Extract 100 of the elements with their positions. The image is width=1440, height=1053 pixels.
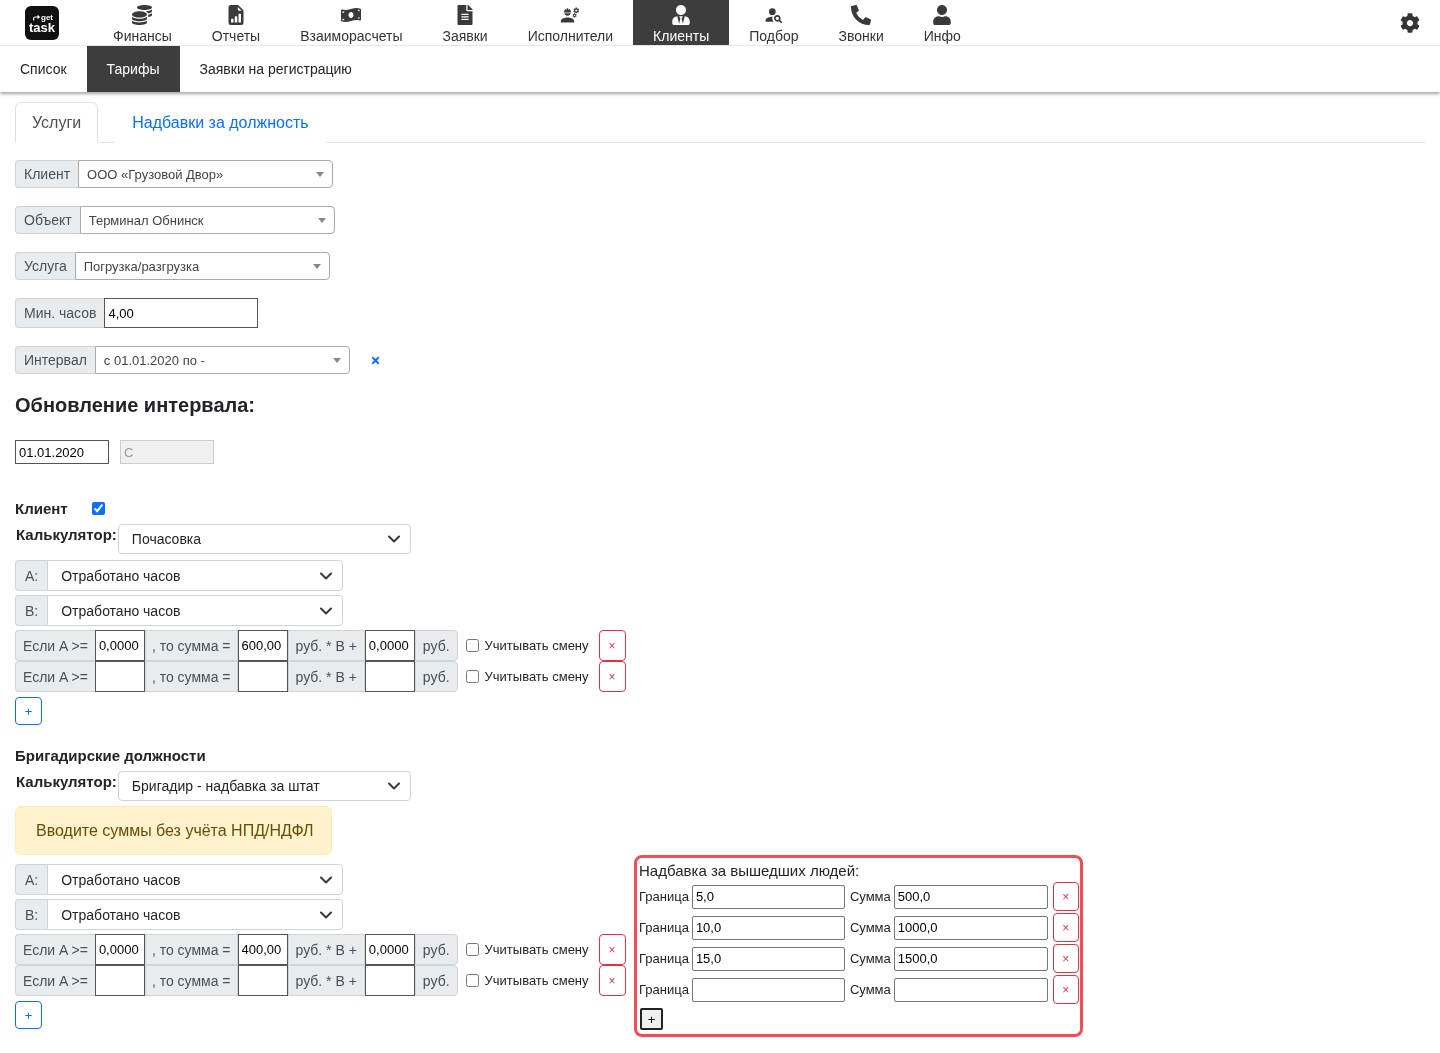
field-label: Сумма [849,982,891,997]
add-button[interactable]: + [15,697,42,725]
worker-icon [560,5,581,25]
input-field[interactable]: 15,0 [691,946,845,971]
remove-button[interactable]: × [598,965,626,996]
calculator-label: Калькулятор: [16,525,117,545]
input-field[interactable] [691,977,845,1002]
section-title: Клиент [15,499,68,517]
nav-item[interactable]: Заявки [422,0,508,45]
nav-item[interactable]: Подбор [729,0,819,45]
add-button[interactable]: + [15,1001,42,1029]
select-field[interactable]: Отработано часов [47,560,343,591]
banknote-icon [341,5,362,25]
field-label: Граница [639,920,689,935]
chevron-down-icon [320,875,332,884]
arrow-icon [33,14,40,21]
coins-icon [132,5,153,25]
logo[interactable]: get task [25,6,59,40]
field-label: , то сумма = [144,965,238,996]
subnav-tab[interactable]: Список [0,46,87,92]
select-field[interactable]: ООО «Грузовой Двор» [78,160,334,188]
chevron-down-icon [320,910,332,919]
remove-button[interactable]: × [598,934,626,965]
nav-item[interactable]: Взаиморасчеты [280,0,423,45]
select-field[interactable]: Бригадир - надбавка за штат [117,771,411,801]
user-icon [932,5,953,25]
logo-text: get [41,13,53,22]
chart-file-icon [226,5,246,25]
select-field[interactable]: с 01.01.2020 по - [94,346,350,374]
input-field[interactable]: 1000,0 [893,915,1048,940]
user-tie-icon [671,5,692,25]
remove-button[interactable]: × [1052,944,1079,973]
input-field[interactable] [237,661,288,692]
close-icon[interactable] [369,354,381,366]
input-field[interactable] [94,965,145,996]
input-field[interactable]: 0,0000 [364,934,415,965]
checkbox[interactable] [465,943,479,956]
field-label: Сумма [849,920,891,935]
chevron-down-icon [320,571,332,580]
select-field[interactable]: Отработано часов [47,595,343,626]
nav-item[interactable]: Инфо [903,0,981,45]
caret-icon [317,217,326,223]
input-field[interactable]: 600,00 [237,630,288,661]
select-field[interactable]: Отработано часов [47,864,343,895]
nav-item[interactable]: Отчеты [191,0,281,45]
logo-text: task [29,21,55,33]
input-field[interactable]: 1500,0 [893,946,1048,971]
chevron-down-icon [387,535,400,543]
input-field[interactable]: 500,0 [893,884,1048,909]
input-field[interactable]: 0,0000 [94,630,145,661]
settings-icon[interactable] [1400,12,1420,33]
checkbox[interactable] [465,639,479,652]
field-label: руб. * B + [287,965,365,996]
remove-button[interactable]: × [1052,882,1079,911]
panel-title: Надбавка за вышедших людей: [639,861,861,881]
remove-button[interactable]: × [598,630,626,661]
nav-item[interactable]: Звонки [818,0,904,45]
field-label: Услуга [15,252,75,280]
input-field[interactable]: 0,0000 [364,630,415,661]
tab[interactable]: Услуги [15,102,99,143]
field-label: руб. * B + [287,661,365,692]
input-field[interactable]: 4,00 [104,298,259,328]
subnav-tab[interactable]: Заявки на регистрацию [179,46,372,92]
checkbox-label: Учитывать смену [484,638,589,653]
date-field[interactable]: 01.01.2020 [15,440,109,464]
field-label: Интервал [15,346,95,374]
chevron-down-icon [387,782,400,790]
select-field[interactable]: Отработано часов [47,899,343,930]
remove-button[interactable]: × [598,661,626,692]
section-heading: Обновление интервала: [15,393,256,417]
field-label: Сумма [849,889,891,904]
field-label: Если A >= [15,661,95,692]
select-field[interactable]: Погрузка/разгрузка [74,252,330,280]
checkbox[interactable] [465,974,479,987]
nav-item[interactable]: Финансы [93,0,192,45]
subnav-tab[interactable]: Тарифы [86,46,180,92]
input-field[interactable]: 0,0000 [94,934,145,965]
input-field[interactable] [893,977,1048,1002]
checkbox[interactable] [465,670,479,683]
checkbox[interactable] [91,501,105,515]
nav-item[interactable]: Исполнители [507,0,634,45]
checkbox-label: Учитывать смену [484,973,589,988]
input-field[interactable]: 10,0 [691,915,845,940]
add-button[interactable]: + [640,1008,663,1030]
field-label: Мин. часов [15,298,105,328]
remove-button[interactable]: × [1052,913,1079,942]
input-field[interactable]: 400,00 [237,934,288,965]
field-label: Объект [15,206,80,234]
nav-item[interactable]: Клиенты [633,0,730,45]
remove-button[interactable]: × [1052,975,1079,1004]
select-field[interactable]: Почасовка [117,524,411,554]
field-label: Граница [639,951,689,966]
select-field[interactable]: Терминал Обнинск [79,206,335,234]
caret-icon [312,263,321,269]
document-icon [455,5,476,25]
input-field[interactable] [364,661,415,692]
input-field[interactable]: 5,0 [691,884,845,909]
input-field[interactable] [237,965,288,996]
input-field[interactable] [364,965,415,996]
input-field[interactable] [94,661,145,692]
